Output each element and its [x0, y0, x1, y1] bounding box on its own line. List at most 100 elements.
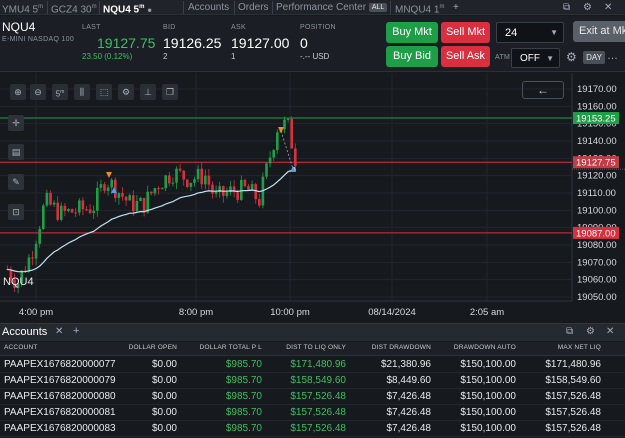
table-row[interactable]: PAAPEX1676820000081 $0.00 $985.70 $157,526.… — [0, 406, 625, 421]
candle-body — [168, 175, 171, 184]
panel-close-icon[interactable]: ✕ — [606, 326, 614, 337]
accounts-tab-close-icon[interactable]: ✕ — [55, 326, 63, 337]
candle-body — [258, 199, 261, 206]
accounts-table: ACCOUNT DOLLAR OPEN DOLLAR TOTAL P L DIS… — [0, 342, 625, 438]
sell-market-button[interactable]: Sell Mkt — [441, 22, 490, 43]
col-dist-drawdown[interactable]: DIST DRAWDOWN — [350, 344, 431, 351]
candle-body — [142, 197, 146, 213]
dist-to-liq: $157,526.48 — [290, 407, 346, 418]
day-tif-button[interactable]: DAY — [583, 51, 605, 64]
drawdown-auto: $150,100.00 — [460, 391, 516, 402]
tab-ymu4[interactable]: YMU4 5m — [2, 1, 43, 15]
sell-ask-button[interactable]: Sell Ask — [441, 46, 490, 67]
buy-market-button[interactable]: Buy Mkt — [386, 22, 438, 43]
atm-select[interactable]: OFF ▼ — [511, 48, 560, 68]
time-tick-label: 2:05 am — [470, 307, 504, 318]
candle-body — [290, 118, 293, 149]
candle-body — [268, 157, 272, 164]
table-row[interactable]: PAAPEX1676820000079 $0.00 $985.70 $158,549.… — [0, 374, 625, 389]
dist-to-liq: $157,526.48 — [290, 391, 346, 402]
time-tick-label: 8:00 pm — [179, 307, 213, 318]
candle-body — [67, 209, 70, 211]
candle-body — [132, 195, 135, 212]
col-drawdown-auto[interactable]: DRAWDOWN AUTO — [436, 344, 516, 351]
close-icon[interactable]: ✕ — [604, 1, 612, 14]
price-tick-label: 19070.00 — [577, 257, 617, 268]
panel-restore-icon[interactable]: ⧉ — [566, 326, 573, 337]
interval-selector[interactable]: 5m — [52, 84, 68, 100]
tab-orders[interactable]: Orders — [238, 1, 269, 14]
table-row[interactable]: PAAPEX1676820000077 $0.00 $985.70 $171,480.… — [0, 358, 625, 373]
tab-mnqu4[interactable]: MNQU4 1m — [395, 1, 444, 15]
quantity-input[interactable]: 24 ▼ — [496, 22, 564, 43]
tab-gcz4[interactable]: GCZ4 30m — [51, 1, 97, 15]
max-net-liq: $171,480.96 — [545, 359, 601, 370]
table-row[interactable]: PAAPEX1676820000083 $0.00 $985.70 $157,526.… — [0, 422, 625, 437]
ask-size: 1 — [231, 52, 236, 61]
account-id: PAAPEX1676820000077 — [4, 359, 116, 370]
order-settings-gear-icon[interactable]: ⚙ — [566, 50, 577, 64]
price-tick-label: 19060.00 — [577, 275, 617, 286]
dollar-total-pl: $985.70 — [225, 375, 262, 386]
table-row[interactable]: PAAPEX1676820000080 $0.00 $985.70 $157,526.… — [0, 390, 625, 405]
tab-performance-center[interactable]: Performance Center ALL — [276, 1, 388, 14]
candle-body — [110, 179, 113, 188]
tab-accounts[interactable]: Accounts — [188, 1, 229, 14]
dollar-open: $0.00 — [151, 375, 177, 386]
candle-body — [135, 201, 139, 212]
candle-body — [286, 118, 290, 120]
tab-nqu4[interactable]: NQU4 5m ● — [103, 1, 153, 15]
col-dollar-total-pl[interactable]: DOLLAR TOTAL P L — [182, 344, 262, 351]
panel-settings-icon[interactable]: ⚙ — [586, 326, 595, 337]
buy-bid-button[interactable]: Buy Bid — [386, 46, 438, 67]
candle-body — [78, 200, 81, 213]
atm-dropdown-icon[interactable]: ▼ — [546, 54, 554, 63]
chart-settings-icon[interactable]: ⚙ — [118, 84, 134, 100]
dollar-open: $0.00 — [151, 423, 177, 434]
candle-body — [92, 210, 95, 214]
col-dollar-open[interactable]: DOLLAR OPEN — [122, 344, 177, 351]
drawdown-auto: $150,100.00 — [460, 423, 516, 434]
zoom-out-icon[interactable]: ⊖ — [30, 84, 46, 100]
notes-icon[interactable]: ▤ — [8, 144, 24, 160]
chart-canvas[interactable]: 19170.0019160.0019150.0019140.0019130.00… — [0, 73, 625, 323]
col-dist-to-liq[interactable]: DIST TO LIQ ONLY — [268, 344, 346, 351]
candle-body — [103, 184, 106, 191]
lock-icon[interactable]: ⊡ — [8, 204, 24, 220]
templates-icon[interactable]: ❐ — [162, 84, 178, 100]
account-id: PAAPEX1676820000081 — [4, 407, 116, 418]
indicators-icon[interactable]: ⊥ — [140, 84, 156, 100]
price-chart[interactable]: 19170.0019160.0019150.0019140.0019130.00… — [0, 73, 625, 323]
draw-pencil-icon[interactable]: ✎ — [8, 174, 24, 190]
selection-tool-icon[interactable]: ⬚ — [96, 84, 112, 100]
quantity-dropdown-icon[interactable]: ▼ — [550, 28, 558, 37]
more-icon[interactable]: … — [607, 50, 618, 62]
price-tick-label: 19140.00 — [577, 136, 617, 147]
candle-body — [175, 168, 178, 183]
dollar-total-pl: $985.70 — [225, 423, 262, 434]
chart-type-icon[interactable]: ⫼ — [74, 84, 90, 100]
crosshair-icon[interactable]: ✛ — [8, 115, 24, 131]
zoom-in-icon[interactable]: ⊕ — [10, 84, 26, 100]
accounts-tab[interactable]: Accounts — [2, 326, 47, 338]
restore-icon[interactable]: ⧉ — [563, 1, 570, 14]
back-arrow-button[interactable]: ← — [522, 81, 564, 99]
exit-at-market-button[interactable]: Exit at Mk — [573, 21, 625, 42]
dist-drawdown: $7,426.48 — [386, 423, 432, 434]
add-tab-icon[interactable]: + — [453, 1, 459, 14]
dollar-total-pl: $985.70 — [225, 359, 262, 370]
tab-modified-dot-icon: ● — [147, 5, 153, 15]
candle-body — [121, 193, 124, 197]
settings-gear-icon[interactable]: ⚙ — [583, 1, 592, 14]
candle-body — [254, 184, 257, 200]
add-panel-icon[interactable]: + — [73, 325, 79, 337]
price-tick-label: 19050.00 — [577, 292, 617, 303]
col-max-net-liq[interactable]: MAX NET LIQ — [520, 344, 601, 351]
dollar-open: $0.00 — [151, 407, 177, 418]
last-price-line-label: 19127.75 — [576, 158, 616, 169]
drawdown-auto: $150,100.00 — [460, 407, 516, 418]
candle-body — [70, 209, 74, 213]
time-tick-label: 08/14/2024 — [368, 307, 416, 318]
col-account[interactable]: ACCOUNT — [4, 344, 38, 351]
candle-body — [81, 200, 85, 210]
